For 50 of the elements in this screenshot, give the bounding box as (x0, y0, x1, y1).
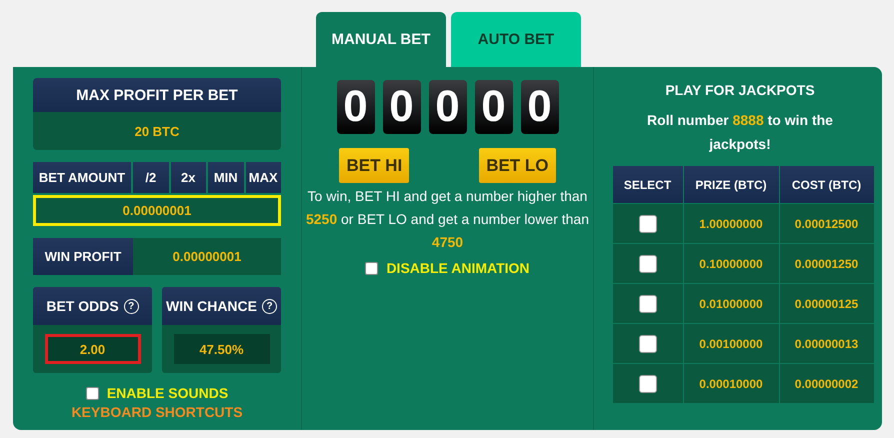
table-cell: 0.10000000 (684, 244, 778, 283)
field-label: WIN CHANCE (166, 298, 257, 314)
jackpots-note: Roll number 8888 to win the jackpots! (646, 111, 834, 154)
tab[interactable]: MANUAL BET (316, 12, 446, 67)
checkbox[interactable] (638, 374, 656, 392)
checkbox[interactable] (638, 294, 656, 312)
roll-digit: 0 (428, 80, 466, 134)
odds-field[interactable]: 47.50% (174, 334, 270, 364)
roll-digit: 0 (336, 80, 374, 134)
odds-field[interactable]: 2.00 (44, 334, 140, 364)
table-cell: 0.00100000 (684, 324, 778, 363)
bet-button[interactable]: BET HI (339, 148, 410, 183)
bet-button[interactable]: BET LO (479, 148, 556, 183)
table-cell: 1.00000000 (684, 204, 778, 243)
table-cell: 0.00000013 (780, 324, 874, 363)
checkbox[interactable] (638, 214, 656, 232)
roll-digit: 0 (382, 80, 420, 134)
win-profit-label: WIN PROFIT (33, 238, 133, 275)
help-icon[interactable]: ? (262, 298, 277, 314)
win-profit-value: 0.00000001 (133, 238, 281, 275)
checkbox[interactable] (638, 254, 656, 272)
max-profit-header: MAX PROFIT PER BET (33, 78, 281, 112)
table-cell: 0.00001250 (780, 244, 874, 283)
jackpots-title: PLAY FOR JACKPOTS (665, 82, 815, 98)
table-cell: 0.00012500 (780, 204, 874, 243)
table-cell: 0.00010000 (684, 364, 778, 403)
checkbox[interactable] (86, 386, 99, 400)
table-cell: 0.01000000 (684, 284, 778, 323)
roll-digit: 0 (520, 80, 558, 134)
roll-digit: 0 (474, 80, 512, 134)
checkbox[interactable] (365, 262, 378, 274)
column-header: PRIZE (BTC) (684, 166, 778, 203)
disable-animation-label[interactable]: DISABLE ANIMATION (386, 260, 530, 276)
rule-text: To win, BET HI and get a number higher than 5250 or BET LO and get a number lower than 4750 (305, 187, 590, 252)
field-label: BET ODDS (46, 298, 119, 314)
table-cell: 0.00000125 (780, 284, 874, 323)
enable-sounds-label[interactable]: ENABLE SOUNDS (106, 385, 228, 401)
bet-amount-button[interactable]: /2 (133, 162, 168, 193)
bet-amount-button[interactable]: 2x (170, 162, 206, 193)
tab[interactable]: AUTO BET (451, 12, 581, 67)
checkbox[interactable] (638, 334, 656, 352)
column-header: SELECT (612, 166, 682, 203)
help-icon[interactable]: ? (124, 298, 139, 314)
bet-amount-field[interactable]: 0.00000001 (33, 195, 281, 226)
bet-amount-button[interactable]: MAX (246, 162, 281, 193)
column-header: COST (BTC) (780, 166, 874, 203)
bet-amount-button[interactable]: MIN (208, 162, 244, 193)
max-profit-value: 20 BTC (33, 112, 281, 150)
table-cell: 0.00000002 (780, 364, 874, 403)
bet-amount-label: BET AMOUNT (33, 162, 131, 193)
